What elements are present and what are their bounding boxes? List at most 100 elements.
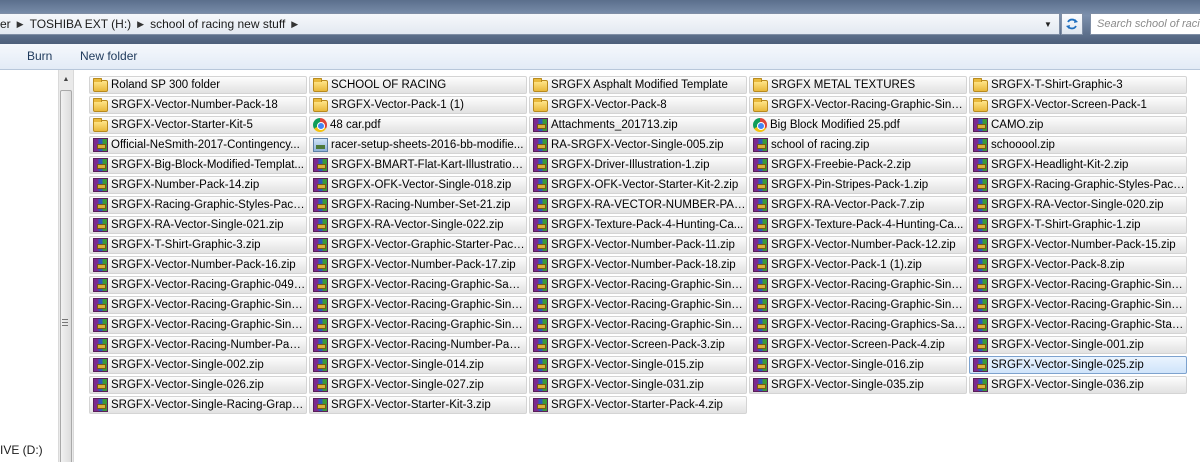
- file-item[interactable]: SRGFX-Vector-Number-Pack-15.zip: [969, 236, 1187, 254]
- file-item[interactable]: SRGFX-Vector-Racing-Graphics-Sam...: [749, 316, 967, 334]
- file-item[interactable]: Attachments_201713.zip: [529, 116, 747, 134]
- file-item[interactable]: SRGFX-Vector-Racing-Graphic-Start...: [969, 316, 1187, 334]
- file-item[interactable]: racer-setup-sheets-2016-bb-modifie...: [309, 136, 527, 154]
- file-item[interactable]: 48 car.pdf: [309, 116, 527, 134]
- zip-icon: [93, 318, 108, 332]
- breadcrumb-current-folder[interactable]: school of racing new stuff: [150, 17, 285, 31]
- file-item[interactable]: SRGFX-Vector-Single-014.zip: [309, 356, 527, 374]
- file-item[interactable]: SRGFX-Vector-Racing-Graphic-Singl...: [89, 296, 307, 314]
- file-item[interactable]: SRGFX-Vector-Racing-Graphic-Singl...: [969, 276, 1187, 294]
- address-bar[interactable]: er ▶ TOSHIBA EXT (H:) ▶ school of racing…: [0, 13, 1060, 35]
- file-item[interactable]: SRGFX-Vector-Racing-Graphic-Singl...: [749, 96, 967, 114]
- file-item[interactable]: SRGFX-Driver-Illustration-1.zip: [529, 156, 747, 174]
- file-item[interactable]: SRGFX-Texture-Pack-4-Hunting-Ca...: [749, 216, 967, 234]
- file-item[interactable]: SRGFX METAL TEXTURES: [749, 76, 967, 94]
- file-item[interactable]: SRGFX-Racing-Graphic-Styles-Pack-...: [969, 176, 1187, 194]
- file-item[interactable]: SRGFX-Vector-Number-Pack-16.zip: [89, 256, 307, 274]
- file-item[interactable]: SRGFX-Vector-Single-Racing-Graphi...: [89, 396, 307, 414]
- file-item[interactable]: SRGFX-Vector-Racing-Graphic-Singl...: [969, 296, 1187, 314]
- file-item[interactable]: SRGFX-Vector-Graphic-Starter-Pack-...: [309, 236, 527, 254]
- file-item[interactable]: SRGFX-BMART-Flat-Kart-Illustration...: [309, 156, 527, 174]
- file-item[interactable]: SRGFX-Racing-Number-Set-21.zip: [309, 196, 527, 214]
- file-item[interactable]: SRGFX-Vector-Number-Pack-11.zip: [529, 236, 747, 254]
- file-item[interactable]: SRGFX-Vector-Single-036.zip: [969, 376, 1187, 394]
- file-item[interactable]: SRGFX-RA-Vector-Pack-7.zip: [749, 196, 967, 214]
- file-item[interactable]: SRGFX-Freebie-Pack-2.zip: [749, 156, 967, 174]
- file-item[interactable]: SRGFX-Vector-Single-015.zip: [529, 356, 747, 374]
- file-item[interactable]: SRGFX-Vector-Single-002.zip: [89, 356, 307, 374]
- file-item[interactable]: CAMO.zip: [969, 116, 1187, 134]
- file-item[interactable]: Big Block Modified 25.pdf: [749, 116, 967, 134]
- file-item[interactable]: SRGFX-Vector-Racing-Graphic-Singl...: [89, 316, 307, 334]
- file-item[interactable]: SRGFX-Vector-Single-001.zip: [969, 336, 1187, 354]
- file-item[interactable]: SRGFX-Vector-Single-027.zip: [309, 376, 527, 394]
- file-item[interactable]: SRGFX-Vector-Number-Pack-17.zip: [309, 256, 527, 274]
- file-item[interactable]: SRGFX-Vector-Single-031.zip: [529, 376, 747, 394]
- file-item[interactable]: SRGFX-OFK-Vector-Starter-Kit-2.zip: [529, 176, 747, 194]
- file-item[interactable]: SRGFX-Vector-Racing-Graphic-Singl...: [749, 276, 967, 294]
- file-item[interactable]: SRGFX-Texture-Pack-4-Hunting-Ca...: [529, 216, 747, 234]
- file-item[interactable]: Official-NeSmith-2017-Contingency...: [89, 136, 307, 154]
- file-item[interactable]: schooool.zip: [969, 136, 1187, 154]
- navigation-pane-scrollbar[interactable]: ▲: [58, 70, 74, 462]
- file-item[interactable]: SRGFX-OFK-Vector-Single-018.zip: [309, 176, 527, 194]
- chevron-right-icon[interactable]: ▶: [137, 19, 144, 30]
- breadcrumb-drive-partial[interactable]: er: [0, 17, 11, 31]
- chevron-right-icon[interactable]: ▶: [291, 19, 298, 30]
- file-item[interactable]: school of racing.zip: [749, 136, 967, 154]
- scrollbar-thumb[interactable]: [60, 90, 72, 462]
- file-item[interactable]: SRGFX-Vector-Racing-Number-Pack...: [89, 336, 307, 354]
- file-item[interactable]: SRGFX-Vector-Pack-1 (1): [309, 96, 527, 114]
- file-item[interactable]: SRGFX-Vector-Number-Pack-18: [89, 96, 307, 114]
- chevron-right-icon[interactable]: ▶: [17, 19, 24, 30]
- file-item[interactable]: SRGFX-Vector-Single-025.zip: [969, 356, 1187, 374]
- file-item[interactable]: SRGFX-Vector-Pack-8.zip: [969, 256, 1187, 274]
- file-item[interactable]: SRGFX-Headlight-Kit-2.zip: [969, 156, 1187, 174]
- file-item[interactable]: RA-SRGFX-Vector-Single-005.zip: [529, 136, 747, 154]
- file-item[interactable]: SRGFX-RA-Vector-Single-021.zip: [89, 216, 307, 234]
- file-item[interactable]: SRGFX-Big-Block-Modified-Templat...: [89, 156, 307, 174]
- burn-button[interactable]: Burn: [27, 49, 52, 63]
- file-item[interactable]: SRGFX-Vector-Starter-Kit-3.zip: [309, 396, 527, 414]
- scroll-up-icon[interactable]: ▲: [59, 71, 73, 87]
- file-item[interactable]: SRGFX-RA-VECTOR-NUMBER-PACK...: [529, 196, 747, 214]
- file-item[interactable]: SRGFX-T-Shirt-Graphic-3: [969, 76, 1187, 94]
- file-item[interactable]: SRGFX-Number-Pack-14.zip: [89, 176, 307, 194]
- file-item[interactable]: SRGFX-Vector-Racing-Graphic-Singl...: [309, 296, 527, 314]
- file-item[interactable]: SRGFX-Pin-Stripes-Pack-1.zip: [749, 176, 967, 194]
- file-item[interactable]: Roland SP 300 folder: [89, 76, 307, 94]
- file-item[interactable]: SRGFX Asphalt Modified Template: [529, 76, 747, 94]
- file-item[interactable]: SRGFX-Vector-Racing-Graphic-Singl...: [309, 316, 527, 334]
- file-item[interactable]: SRGFX-RA-Vector-Single-022.zip: [309, 216, 527, 234]
- file-item[interactable]: SRGFX-Vector-Racing-Graphic-049.zip: [89, 276, 307, 294]
- file-item[interactable]: SRGFX-Vector-Pack-1 (1).zip: [749, 256, 967, 274]
- file-item[interactable]: SRGFX-Vector-Single-035.zip: [749, 376, 967, 394]
- file-item[interactable]: SRGFX-Vector-Racing-Graphic-Singl...: [529, 316, 747, 334]
- file-item[interactable]: SRGFX-Vector-Single-016.zip: [749, 356, 967, 374]
- file-item[interactable]: SRGFX-RA-Vector-Single-020.zip: [969, 196, 1187, 214]
- chevron-down-icon[interactable]: ▼: [1038, 14, 1058, 34]
- file-item[interactable]: SRGFX-T-Shirt-Graphic-1.zip: [969, 216, 1187, 234]
- file-item[interactable]: SRGFX-Vector-Single-026.zip: [89, 376, 307, 394]
- search-input[interactable]: Search school of racing: [1090, 13, 1200, 35]
- file-item[interactable]: SRGFX-Vector-Racing-Number-Pack...: [309, 336, 527, 354]
- file-item[interactable]: SRGFX-Vector-Screen-Pack-1: [969, 96, 1187, 114]
- file-item[interactable]: SRGFX-Racing-Graphic-Styles-Pack-...: [89, 196, 307, 214]
- file-item[interactable]: SRGFX-Vector-Number-Pack-12.zip: [749, 236, 967, 254]
- file-item[interactable]: SRGFX-T-Shirt-Graphic-3.zip: [89, 236, 307, 254]
- file-item[interactable]: SRGFX-Vector-Racing-Graphic-Singl...: [749, 296, 967, 314]
- breadcrumb-toshiba-ext[interactable]: TOSHIBA EXT (H:): [30, 17, 132, 31]
- file-item[interactable]: SCHOOL OF RACING: [309, 76, 527, 94]
- file-item[interactable]: SRGFX-Vector-Screen-Pack-4.zip: [749, 336, 967, 354]
- file-item[interactable]: SRGFX-Vector-Racing-Graphic-Sam...: [309, 276, 527, 294]
- new-folder-button[interactable]: New folder: [80, 49, 137, 63]
- file-item[interactable]: SRGFX-Vector-Number-Pack-18.zip: [529, 256, 747, 274]
- file-item[interactable]: SRGFX-Vector-Pack-8: [529, 96, 747, 114]
- file-item[interactable]: SRGFX-Vector-Racing-Graphic-Singl...: [529, 276, 747, 294]
- file-item[interactable]: SRGFX-Vector-Screen-Pack-3.zip: [529, 336, 747, 354]
- nav-item-drive-d[interactable]: IVE (D:): [0, 443, 43, 457]
- refresh-button[interactable]: [1061, 13, 1083, 35]
- file-item[interactable]: SRGFX-Vector-Racing-Graphic-Singl...: [529, 296, 747, 314]
- file-item[interactable]: SRGFX-Vector-Starter-Pack-4.zip: [529, 396, 747, 414]
- file-item[interactable]: SRGFX-Vector-Starter-Kit-5: [89, 116, 307, 134]
